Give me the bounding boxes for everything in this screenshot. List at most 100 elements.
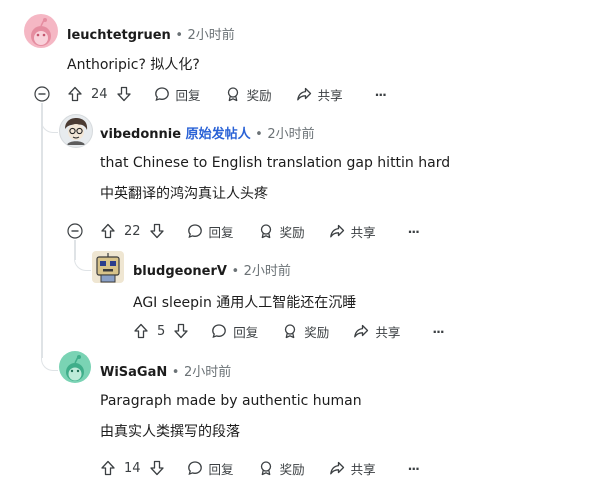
thread-branch-wisagan (41, 340, 58, 371)
reply-button[interactable]: 回复 (154, 85, 201, 104)
share-button[interactable]: 共享 (296, 85, 343, 104)
award-icon (285, 324, 296, 339)
separator: • (171, 365, 180, 380)
share-icon (329, 224, 344, 238)
vote-count: 22 (124, 223, 141, 239)
comment-body: that Chinese to English translation gap … (100, 155, 450, 203)
reply-button[interactable]: 回复 (211, 322, 258, 341)
upvote-icon[interactable] (100, 223, 116, 239)
share-icon (354, 324, 369, 338)
share-button[interactable]: 共享 (353, 322, 400, 341)
avatar[interactable] (92, 251, 124, 283)
avatar[interactable] (59, 114, 93, 148)
more-options-button[interactable]: ··· (426, 323, 444, 339)
comment-body: Anthoripic? 拟人化? (67, 54, 200, 74)
more-icon: ··· (407, 223, 420, 239)
collapse-icon[interactable] (67, 223, 83, 239)
op-badge: 原始发帖人 (185, 127, 251, 142)
more-options-button[interactable]: ··· (402, 223, 420, 239)
vote-count: 5 (157, 323, 166, 339)
timestamp[interactable]: 2小时前 (188, 28, 235, 43)
more-options-button[interactable]: ··· (369, 86, 387, 102)
award-label: 奖励 (279, 461, 305, 477)
comment-actions: 14 回复 奖励 共享 ··· (100, 457, 420, 479)
thread-branch-vibedonnie (41, 112, 58, 133)
upvote-icon[interactable] (133, 323, 149, 339)
username[interactable]: WiSaGaN (100, 365, 167, 380)
downvote-icon[interactable] (149, 460, 165, 476)
comment-header: WiSaGaN • 2小时前 (100, 361, 231, 380)
award-button[interactable]: 奖励 (225, 85, 272, 104)
separator: • (231, 264, 240, 279)
downvote-icon[interactable] (173, 323, 189, 339)
snoo-avatar-icon (65, 118, 88, 145)
comment-actions: 22 回复 奖励 共享 ··· (100, 220, 420, 242)
share-label: 共享 (350, 461, 376, 477)
timestamp[interactable]: 2小时前 (267, 127, 314, 142)
comment-icon (187, 461, 202, 476)
award-icon (227, 87, 238, 102)
upvote-icon[interactable] (67, 86, 83, 102)
username[interactable]: leuchtetgruen (67, 28, 171, 43)
comment-header: bludgeonerV • 2小时前 (133, 260, 291, 279)
comment-header: vibedonnie 原始发帖人 • 2小时前 (100, 123, 315, 142)
more-icon: ··· (407, 460, 420, 476)
award-label: 奖励 (304, 324, 330, 340)
vote-group: 14 (100, 460, 165, 476)
upvote-icon[interactable] (100, 460, 116, 476)
downvote-icon[interactable] (116, 86, 132, 102)
award-icon (260, 224, 271, 239)
reply-button[interactable]: 回复 (187, 222, 234, 241)
username[interactable]: bludgeonerV (133, 264, 227, 279)
award-button[interactable]: 奖励 (258, 222, 305, 241)
comment-text-line: Paragraph made by authentic human (100, 393, 362, 409)
avatar[interactable] (24, 14, 58, 48)
comment-text-line: AGI sleepin 通用人工智能还在沉睡 (133, 295, 357, 311)
share-label: 共享 (317, 87, 343, 103)
award-button[interactable]: 奖励 (258, 459, 305, 478)
vote-group: 5 (133, 323, 189, 339)
more-icon: ··· (374, 86, 387, 102)
reply-label: 回复 (208, 224, 234, 240)
vote-group: 24 (67, 86, 132, 102)
reply-label: 回复 (208, 461, 234, 477)
vote-count: 14 (124, 460, 141, 476)
separator: • (175, 28, 183, 43)
separator: • (255, 127, 263, 142)
thread-line-root (41, 103, 43, 358)
share-icon (329, 461, 344, 475)
downvote-icon[interactable] (149, 223, 165, 239)
award-icon (260, 461, 271, 476)
collapse-icon[interactable] (34, 86, 50, 102)
comment-icon (154, 87, 169, 102)
reply-button[interactable]: 回复 (187, 459, 234, 478)
more-options-button[interactable]: ··· (402, 460, 420, 476)
snoo-avatar-icon (31, 18, 51, 46)
share-icon (296, 87, 311, 101)
snoo-avatar-icon (96, 253, 120, 283)
comment-text-line: Anthoripic? 拟人化? (67, 57, 200, 73)
award-label: 奖励 (246, 87, 272, 103)
share-label: 共享 (375, 324, 401, 340)
thread-branch-bludgeoner (74, 240, 91, 271)
share-button[interactable]: 共享 (329, 222, 376, 241)
comment-text-line: 由真实人类撰写的段落 (100, 424, 240, 440)
more-icon: ··· (432, 323, 444, 339)
snoo-avatar-icon (66, 355, 84, 381)
username[interactable]: vibedonnie (100, 127, 181, 142)
award-label: 奖励 (279, 224, 305, 240)
vote-count: 24 (91, 86, 108, 102)
reply-label: 回复 (175, 87, 201, 103)
award-button[interactable]: 奖励 (282, 322, 329, 341)
comment-actions: 5 回复 奖励 共享 ··· (133, 320, 445, 342)
comment-body: AGI sleepin 通用人工智能还在沉睡 (133, 292, 356, 312)
share-button[interactable]: 共享 (329, 459, 376, 478)
comment-text-line: that Chinese to English translation gap … (100, 155, 451, 171)
timestamp[interactable]: 2小时前 (244, 264, 291, 279)
share-label: 共享 (350, 224, 376, 240)
reply-label: 回复 (233, 324, 259, 340)
timestamp[interactable]: 2小时前 (184, 365, 231, 380)
avatar[interactable] (59, 351, 91, 383)
comment-icon (212, 324, 227, 339)
comment-actions: 24 回复 奖励 共享 ··· (67, 83, 387, 105)
